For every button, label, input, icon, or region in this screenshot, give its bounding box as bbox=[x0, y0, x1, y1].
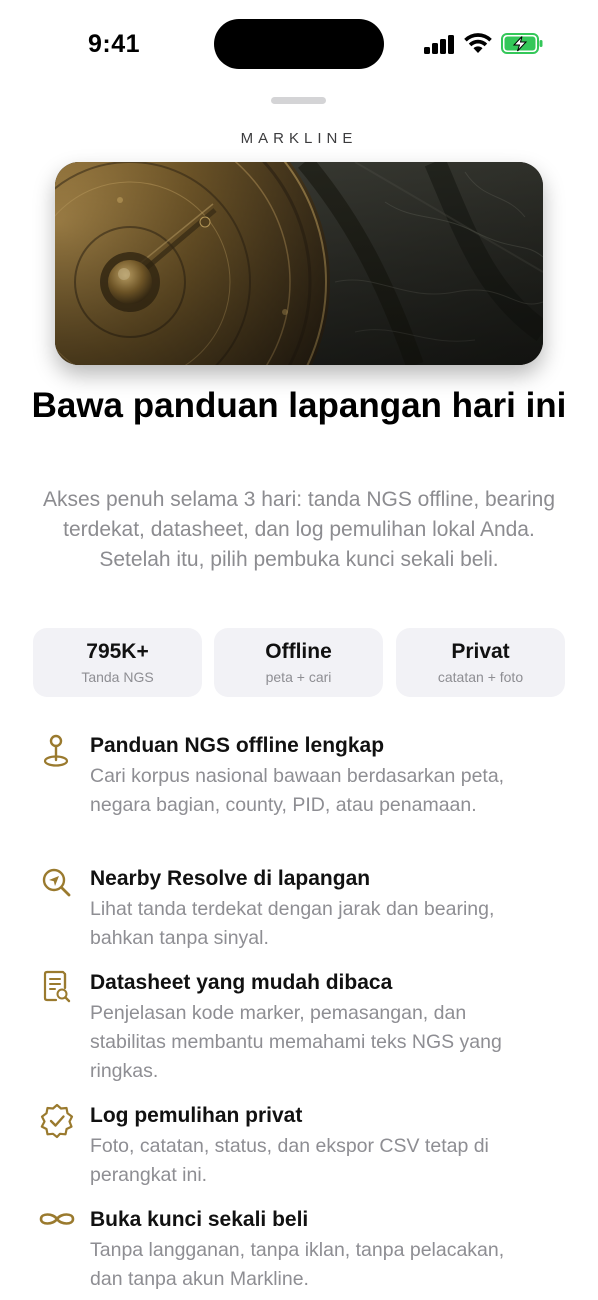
verified-badge-icon bbox=[40, 1103, 74, 1139]
paywall-headline: Bawa panduan lapangan hari ini bbox=[31, 386, 567, 425]
feature-title: Nearby Resolve di lapangan bbox=[90, 867, 371, 890]
sheet-grabber[interactable] bbox=[271, 97, 326, 104]
feature-description: Cari korpus nasional bawaan berdasarkan … bbox=[90, 765, 505, 816]
status-bar: 9:41 bbox=[0, 0, 598, 88]
feature-title: Log pemulihan privat bbox=[90, 1104, 303, 1127]
map-pin-icon bbox=[43, 734, 69, 767]
surveying-compass-illustration bbox=[55, 162, 543, 365]
stat-label: catatan + foto bbox=[437, 669, 524, 685]
stat-card-marks: 795K+ Tanda NGS bbox=[33, 628, 202, 697]
hero-image bbox=[55, 162, 543, 365]
battery-charging-icon bbox=[501, 33, 543, 54]
cellular-signal-icon bbox=[424, 34, 456, 54]
stat-value: Offline bbox=[265, 640, 332, 663]
infinity-icon bbox=[39, 1213, 75, 1225]
feature-title: Panduan NGS offline lengkap bbox=[90, 734, 385, 757]
feature-description: Tanpa langganan, tanpa iklan, tanpa pela… bbox=[90, 1239, 505, 1290]
feature-description: Lihat tanda terdekat dengan jarak dan be… bbox=[90, 898, 495, 949]
stat-label: peta + cari bbox=[265, 669, 332, 685]
stat-value: Privat bbox=[451, 640, 510, 663]
stat-card-offline: Offline peta + cari bbox=[214, 628, 383, 697]
feature-description: Penjelasan kode marker, pemasangan, dan … bbox=[90, 1002, 502, 1082]
status-time: 9:41 bbox=[88, 30, 141, 58]
feature-title: Buka kunci sekali beli bbox=[90, 1208, 309, 1231]
location-search-icon bbox=[42, 868, 71, 897]
document-search-icon bbox=[43, 970, 71, 1003]
feature-description: Foto, catatan, status, dan ekspor CSV te… bbox=[90, 1135, 489, 1186]
stat-value: 795K+ bbox=[86, 640, 149, 663]
stat-card-private: Privat catatan + foto bbox=[396, 628, 565, 697]
wifi-icon bbox=[464, 33, 492, 53]
stat-label: Tanda NGS bbox=[81, 669, 154, 685]
dynamic-island bbox=[214, 19, 384, 69]
paywall-subtext: Akses penuh selama 3 hari: tanda NGS off… bbox=[42, 488, 556, 571]
feature-title: Datasheet yang mudah dibaca bbox=[90, 971, 393, 994]
brand-wordmark: MARKLINE bbox=[240, 130, 358, 147]
